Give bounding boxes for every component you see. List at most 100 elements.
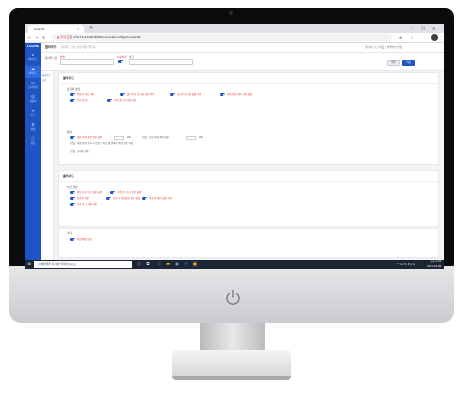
card2-divider bbox=[58, 181, 439, 182]
setting-toggle[interactable] bbox=[70, 99, 75, 102]
screen: LinaTik × + – ❐ ✕ ← → ↻ ▲ 주의 요함 172.16.1… bbox=[25, 24, 444, 269]
list-icon: ≡ bbox=[31, 108, 35, 113]
monitor-stand-base bbox=[172, 350, 291, 379]
card2-group2-title: 기타 bbox=[67, 232, 72, 235]
name-input[interactable] bbox=[60, 59, 114, 65]
sidebar-item-2[interactable]: ▭ 모니터링 bbox=[25, 80, 41, 92]
sidebar-item-label: 로그 bbox=[30, 114, 36, 117]
note-input[interactable] bbox=[129, 59, 193, 65]
star-icon[interactable]: ☆ bbox=[410, 33, 414, 42]
setting-label: 파일 버전 관리 사용 설정 bbox=[227, 93, 253, 96]
settings-card-1 bbox=[58, 72, 439, 165]
setting-toggle[interactable] bbox=[107, 99, 112, 102]
app-logo: LinaTik bbox=[26, 44, 40, 48]
edge-icon[interactable]: ◎ bbox=[156, 261, 162, 267]
cloud-icon: ☁ bbox=[31, 66, 35, 71]
sidebar-item-label: 설정 bbox=[30, 128, 36, 131]
setting-label: 파일 동기화 사용 bbox=[77, 93, 94, 96]
setting-toggle[interactable] bbox=[142, 136, 147, 139]
card1-group1-title: 동기화 설정 bbox=[67, 88, 80, 91]
setting-label: 암호화 저장 bbox=[77, 197, 89, 200]
save-button[interactable]: 저장 bbox=[402, 60, 415, 66]
setting-toggle[interactable] bbox=[120, 93, 125, 96]
url-text: 172.16.10.80:8080/console/config/cloud/e… bbox=[73, 35, 141, 39]
sub-panel-item-settings[interactable]: 설정 bbox=[42, 79, 53, 87]
sidebar-item-label: 대시보드 bbox=[28, 58, 38, 61]
store-icon[interactable]: ▣ bbox=[174, 261, 180, 267]
gear-icon: ⚙ bbox=[31, 122, 35, 127]
cancel-button[interactable]: 취소 bbox=[387, 60, 400, 66]
power-icon bbox=[226, 289, 240, 305]
minimize-icon[interactable]: – bbox=[411, 24, 413, 33]
setting-label: 다운로드 링크 만료 설정 bbox=[117, 191, 142, 194]
task-view-icon[interactable]: ⧉ bbox=[145, 261, 151, 267]
home-icon: ⌂ bbox=[31, 52, 35, 57]
address-bar[interactable]: ▲ 주의 요함 172.16.10.80:8080/console/config… bbox=[52, 34, 392, 41]
taskbar-search[interactable]: 검색하려면 여기에 입력하십시오. bbox=[34, 261, 132, 268]
setting-toggle[interactable] bbox=[70, 142, 75, 145]
user-menu[interactable]: 관리자 | 로그아웃 | 비밀번호 변경 bbox=[365, 44, 402, 51]
sidebar-item-label: 정보 bbox=[30, 142, 36, 145]
tab-close-icon[interactable]: × bbox=[77, 25, 80, 33]
tab-title: LinaTik bbox=[34, 27, 45, 31]
sidebar-item-label: 클라우드 bbox=[28, 72, 38, 75]
sidebar-item-label: 모니터링 bbox=[28, 86, 38, 89]
folder-icon[interactable]: ▬ bbox=[165, 261, 171, 267]
close-window-icon[interactable]: ✕ bbox=[432, 24, 435, 33]
windows-start-icon[interactable]: ⊞ bbox=[26, 261, 32, 267]
card2-group1-title: 보안 설정 bbox=[67, 186, 78, 189]
setting-toggle[interactable] bbox=[170, 93, 175, 96]
quota-input[interactable] bbox=[114, 135, 124, 140]
maximize-icon[interactable]: ❐ bbox=[421, 24, 425, 33]
setting-toggle[interactable] bbox=[70, 191, 75, 194]
use-toggle[interactable] bbox=[118, 60, 123, 63]
quota-input[interactable] bbox=[186, 135, 196, 140]
page-title: 클라우드 bbox=[45, 45, 57, 49]
reload-icon[interactable]: ↻ bbox=[42, 33, 45, 42]
profile-avatar[interactable] bbox=[431, 34, 438, 41]
search-icon[interactable]: ○ bbox=[136, 261, 142, 267]
setting-toggle[interactable] bbox=[70, 197, 75, 200]
card2-title: 클라우드 bbox=[63, 174, 75, 178]
webcam bbox=[229, 11, 233, 15]
new-tab-button[interactable]: + bbox=[89, 24, 93, 33]
setting-toggle[interactable] bbox=[220, 93, 225, 96]
sidebar-item-6[interactable]: ⓘ 정보 bbox=[25, 136, 41, 148]
sidebar-item-1[interactable]: ☁ 클라우드 bbox=[25, 66, 41, 78]
sidebar-item-3[interactable]: ☺ 사용자 bbox=[25, 94, 41, 106]
setting-label: 실시간 동기화 설정 사용 bbox=[177, 93, 202, 96]
sidebar-item-label: 사용자 bbox=[29, 100, 37, 103]
taskbar-clock[interactable]: 오후 1:23 2021-03-08 bbox=[417, 260, 441, 269]
mail-icon[interactable]: ✉ bbox=[183, 261, 189, 267]
sidebar-item-5[interactable]: ⚙ 설정 bbox=[25, 122, 41, 134]
setting-toggle[interactable] bbox=[106, 197, 111, 200]
setting-toggle[interactable] bbox=[70, 150, 75, 153]
forward-icon[interactable]: → bbox=[35, 33, 38, 42]
breadcrumb: 클라우드 관리 설정 화면 입니다. bbox=[61, 46, 97, 49]
setting-toggle[interactable] bbox=[70, 238, 75, 241]
setting-label: 공유 시 비밀번호 필수 설정 bbox=[113, 197, 141, 200]
monitor-stand-edge bbox=[172, 376, 291, 380]
setting-label: 폴더 자동 동기화 사용 여부 bbox=[127, 93, 155, 96]
back-icon[interactable]: ← bbox=[28, 33, 31, 42]
browser-tab[interactable]: LinaTik bbox=[28, 25, 84, 33]
setting-toggle[interactable] bbox=[142, 197, 147, 200]
menu-dots-icon[interactable]: ⋮ bbox=[439, 33, 443, 42]
setting-toggle[interactable] bbox=[70, 136, 75, 139]
setting-toggle[interactable] bbox=[70, 203, 75, 206]
chrome-icon[interactable]: ● bbox=[192, 261, 198, 267]
system-tray[interactable]: ^ ⊡ ㅁ 4)) A bbox=[397, 260, 415, 269]
setting-label: 자동 업로드 bbox=[77, 99, 89, 102]
sidebar-item-4[interactable]: ≡ 로그 bbox=[25, 108, 41, 120]
setting-label: 접속 IP 제한 설정 사용 bbox=[149, 197, 172, 200]
quota-unit: GB bbox=[127, 136, 131, 139]
setting-toggle[interactable] bbox=[70, 93, 75, 96]
sidebar-item-0[interactable]: ⌂ 대시보드 bbox=[25, 52, 41, 64]
zoom-icon[interactable]: ⊕ bbox=[399, 33, 402, 42]
monitor-stand-neck bbox=[200, 323, 265, 353]
user-icon: ☺ bbox=[30, 94, 36, 99]
setting-toggle[interactable] bbox=[110, 191, 115, 194]
setting-label: 개인 저장 용량 제한 설정 bbox=[77, 136, 103, 139]
sub-panel bbox=[41, 71, 54, 260]
quota-unit: GB bbox=[199, 136, 203, 139]
